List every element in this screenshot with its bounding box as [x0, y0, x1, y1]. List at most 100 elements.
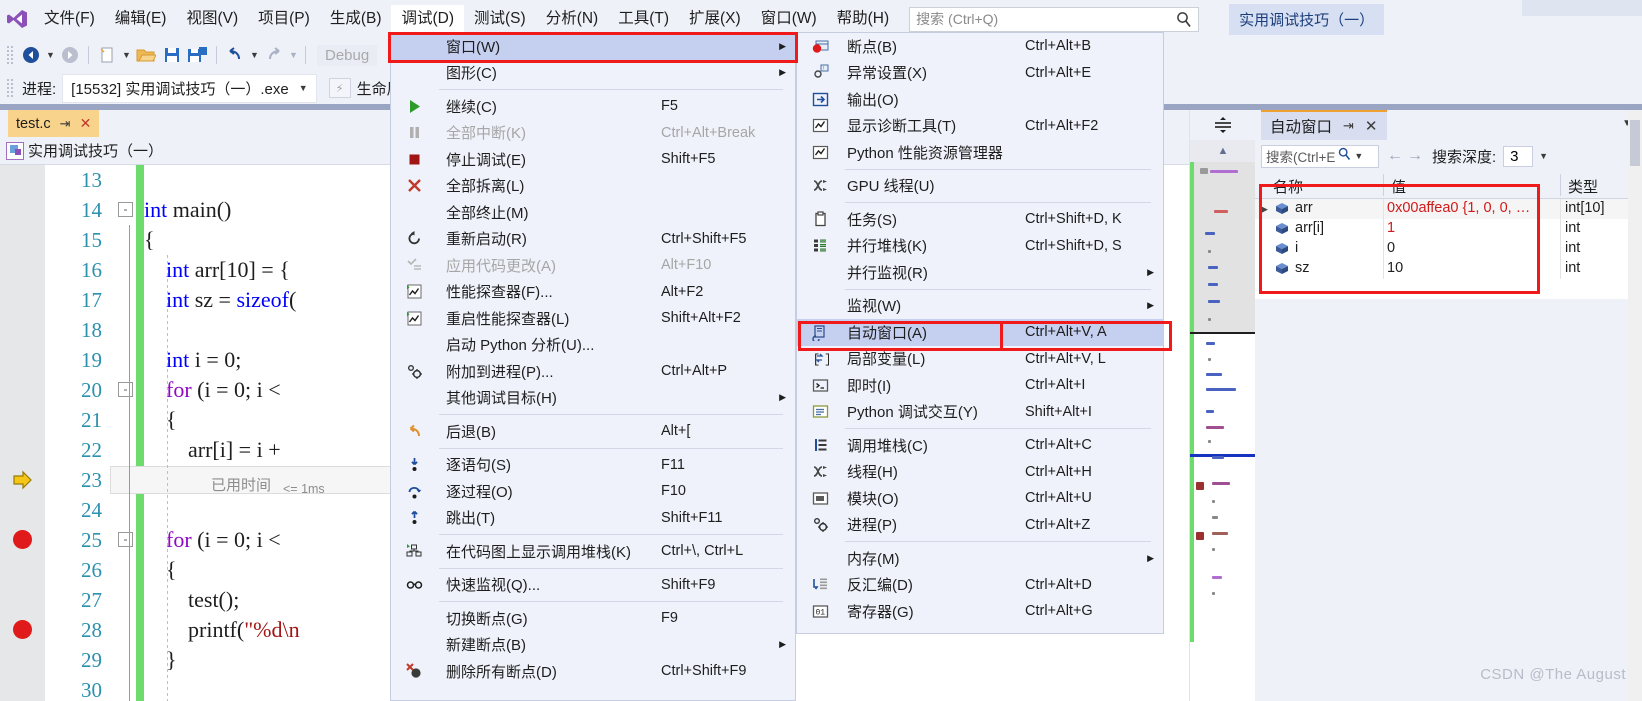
chevron-down-icon[interactable]: ▼ [1539, 151, 1548, 161]
save-all-icon[interactable] [185, 42, 211, 68]
search-next-icon[interactable]: → [1407, 147, 1423, 165]
variable-value[interactable]: 0 [1387, 240, 1395, 256]
menu-item-14[interactable]: [] 局部变量(L) Ctrl+Alt+V, L [797, 346, 1163, 373]
fold-toggle-icon[interactable]: - [118, 382, 133, 397]
menu-item-3[interactable]: 显示诊断工具(T) Ctrl+Alt+F2 [797, 113, 1163, 140]
variable-value[interactable]: 1 [1387, 220, 1395, 236]
open-file-icon[interactable] [133, 42, 159, 68]
menu-item-12[interactable]: 启动 Python 分析(U)... [391, 332, 795, 359]
menu-item-8[interactable]: 任务(S) Ctrl+Shift+D, K [797, 206, 1163, 233]
new-file-icon[interactable] [94, 42, 120, 68]
autos-search-input[interactable]: 搜索(Ctrl+E ▼ [1261, 144, 1379, 168]
menu-10[interactable]: 窗口(W) [751, 5, 827, 34]
menu-item-8[interactable]: 重新启动(R) Ctrl+Shift+F5 [391, 226, 795, 253]
variable-value[interactable]: 10 [1387, 260, 1403, 276]
menu-1[interactable]: 编辑(E) [105, 5, 177, 34]
menu-item-21[interactable]: 进程(P) Ctrl+Alt+Z [797, 512, 1163, 539]
menu-item-15[interactable]: 即时(I) Ctrl+Alt+I [797, 372, 1163, 399]
autos-row[interactable]: ▶ arr 0x00affea0 {1, 0, 0, … int[10] [1255, 199, 1642, 219]
autos-tab[interactable]: 自动窗口 ⇥ ✕ [1261, 110, 1387, 140]
menu-item-25[interactable]: 01 寄存器(G) Ctrl+Alt+G [797, 598, 1163, 625]
autos-row[interactable]: arr[i] 1 int [1255, 219, 1642, 239]
global-search-input[interactable]: 搜索 (Ctrl+Q) [909, 6, 1200, 32]
menu-item-28[interactable]: 删除所有断点(D) Ctrl+Shift+F9 [391, 658, 795, 685]
column-divider[interactable] [1383, 174, 1384, 196]
menu-0[interactable]: 文件(F) [34, 5, 105, 34]
menu-item-23[interactable]: 内存(M) ▶ [797, 545, 1163, 572]
menu-item-27[interactable]: 新建断点(B) ▶ [391, 632, 795, 659]
menu-item-19[interactable]: 线程(H) Ctrl+Alt+H [797, 459, 1163, 486]
menu-item-18[interactable]: 调用堆栈(C) Ctrl+Alt+C [797, 432, 1163, 459]
autos-vertical-scrollbar[interactable] [1628, 110, 1642, 701]
fold-toggle-icon[interactable]: - [118, 202, 133, 217]
menu-item-24[interactable]: 反汇编(D) Ctrl+Alt+D [797, 572, 1163, 599]
menu-item-13[interactable]: 附加到进程(P)... Ctrl+Alt+P [391, 358, 795, 385]
menu-item-24[interactable]: 快速监视(Q)... Shift+F9 [391, 572, 795, 599]
menu-6[interactable]: 测试(S) [464, 5, 536, 34]
save-icon[interactable] [159, 42, 185, 68]
menu-item-2[interactable]: 输出(O) [797, 86, 1163, 113]
redo-dropdown-icon[interactable]: ▼ [287, 42, 300, 68]
variable-value[interactable]: 0x00affea0 {1, 0, 0, … [1387, 200, 1530, 216]
menu-11[interactable]: 帮助(H) [827, 5, 900, 34]
editor-tab-test-c[interactable]: test.c ⇥ ✕ [8, 110, 100, 137]
pin-icon[interactable]: ⇥ [1343, 118, 1354, 134]
menu-item-22[interactable]: 在代码图上显示调用堆栈(K) Ctrl+\, Ctrl+L [391, 538, 795, 565]
menu-item-6[interactable]: 全部拆离(L) [391, 173, 795, 200]
autos-grid-body[interactable]: ▶ arr 0x00affea0 {1, 0, 0, … int[10] arr[i] 1… [1255, 199, 1642, 299]
search-depth-value[interactable]: 3 [1503, 145, 1534, 167]
search-prev-icon[interactable]: ← [1387, 147, 1403, 165]
debug-window-submenu[interactable]: 断点(B) Ctrl+Alt+B! 异常设置(X) Ctrl+Alt+E 输出(O) 显示… [796, 32, 1164, 634]
menu-item-19[interactable]: 逐过程(O) F10 [391, 478, 795, 505]
breakpoint-icon[interactable] [13, 530, 32, 549]
menu-5[interactable]: 调试(D) [391, 4, 465, 34]
column-header-type[interactable]: 类型 [1568, 176, 1598, 197]
undo-icon[interactable] [222, 42, 248, 68]
window-controls[interactable] [1522, 0, 1642, 16]
menu-7[interactable]: 分析(N) [536, 5, 609, 34]
menu-item-11[interactable]: 重启性能探查器(L) Shift+Alt+F2 [391, 305, 795, 332]
menu-item-9[interactable]: 应用代码更改(A) Alt+F10 [391, 252, 795, 279]
column-divider[interactable] [1560, 174, 1561, 196]
editor-glyph-margin[interactable] [0, 165, 45, 701]
scroll-up-icon[interactable]: ▲ [1190, 140, 1256, 162]
menu-item-20[interactable]: 跳出(T) Shift+F11 [391, 505, 795, 532]
process-combo[interactable]: [15532] 实用调试技巧（一）.exe ▼ [62, 73, 317, 103]
close-icon[interactable]: ✕ [1365, 117, 1378, 135]
menu-item-13[interactable]: 自动窗口(A) Ctrl+Alt+V, A [797, 319, 1163, 346]
menu-4[interactable]: 生成(B) [320, 5, 392, 34]
pin-icon[interactable]: ⇥ [60, 116, 71, 132]
build-configuration-combo[interactable]: Debug [317, 44, 378, 66]
menu-item-20[interactable]: 模块(O) Ctrl+Alt+U [797, 485, 1163, 512]
menu-item-26[interactable]: 切换断点(G) F9 [391, 605, 795, 632]
menu-item-0[interactable]: 窗口(W) ▶ [391, 33, 795, 60]
autos-row[interactable]: i 0 int [1255, 239, 1642, 259]
column-header-name[interactable]: 名称 [1273, 176, 1303, 197]
editor-minimap[interactable]: ▲ [1189, 110, 1256, 701]
menu-item-1[interactable]: 图形(C) ▶ [391, 60, 795, 87]
autos-row[interactable]: sz 10 int [1255, 259, 1642, 279]
debug-menu-dropdown[interactable]: 窗口(W) ▶ 图形(C) ▶ 继续(C) F5 全部中断(K) Ctrl+Alt+Break… [390, 32, 796, 701]
navigate-back-icon[interactable] [18, 42, 44, 68]
fold-toggle-icon[interactable]: - [118, 532, 133, 547]
undo-dropdown-icon[interactable]: ▼ [248, 42, 261, 68]
menu-item-16[interactable]: 后退(B) Alt+[ [391, 418, 795, 445]
menu-item-1[interactable]: ! 异常设置(X) Ctrl+Alt+E [797, 60, 1163, 87]
menu-item-14[interactable]: 其他调试目标(H) ▶ [391, 385, 795, 412]
expand-arrow-icon[interactable]: ▶ [1261, 204, 1268, 215]
menu-8[interactable]: 工具(T) [608, 5, 679, 34]
column-header-value[interactable]: 值 [1391, 176, 1406, 197]
menu-item-18[interactable]: 逐语句(S) F11 [391, 452, 795, 479]
chevron-down-icon[interactable]: ▼ [1354, 151, 1363, 161]
menu-item-4[interactable]: 全部中断(K) Ctrl+Alt+Break [391, 120, 795, 147]
menu-item-10[interactable]: 性能探查器(F)... Alt+F2 [391, 279, 795, 306]
breakpoint-icon[interactable] [13, 620, 32, 639]
new-file-dropdown-icon[interactable]: ▼ [120, 42, 133, 68]
menu-2[interactable]: 视图(V) [176, 5, 248, 34]
menu-item-7[interactable]: 全部终止(M) [391, 199, 795, 226]
menu-item-4[interactable]: Python 性能资源管理器 [797, 139, 1163, 166]
scrollbar-thumb[interactable] [1630, 120, 1640, 166]
menu-9[interactable]: 扩展(X) [679, 5, 751, 34]
menu-item-0[interactable]: 断点(B) Ctrl+Alt+B [797, 33, 1163, 60]
minimap-viewport[interactable] [1190, 162, 1256, 332]
